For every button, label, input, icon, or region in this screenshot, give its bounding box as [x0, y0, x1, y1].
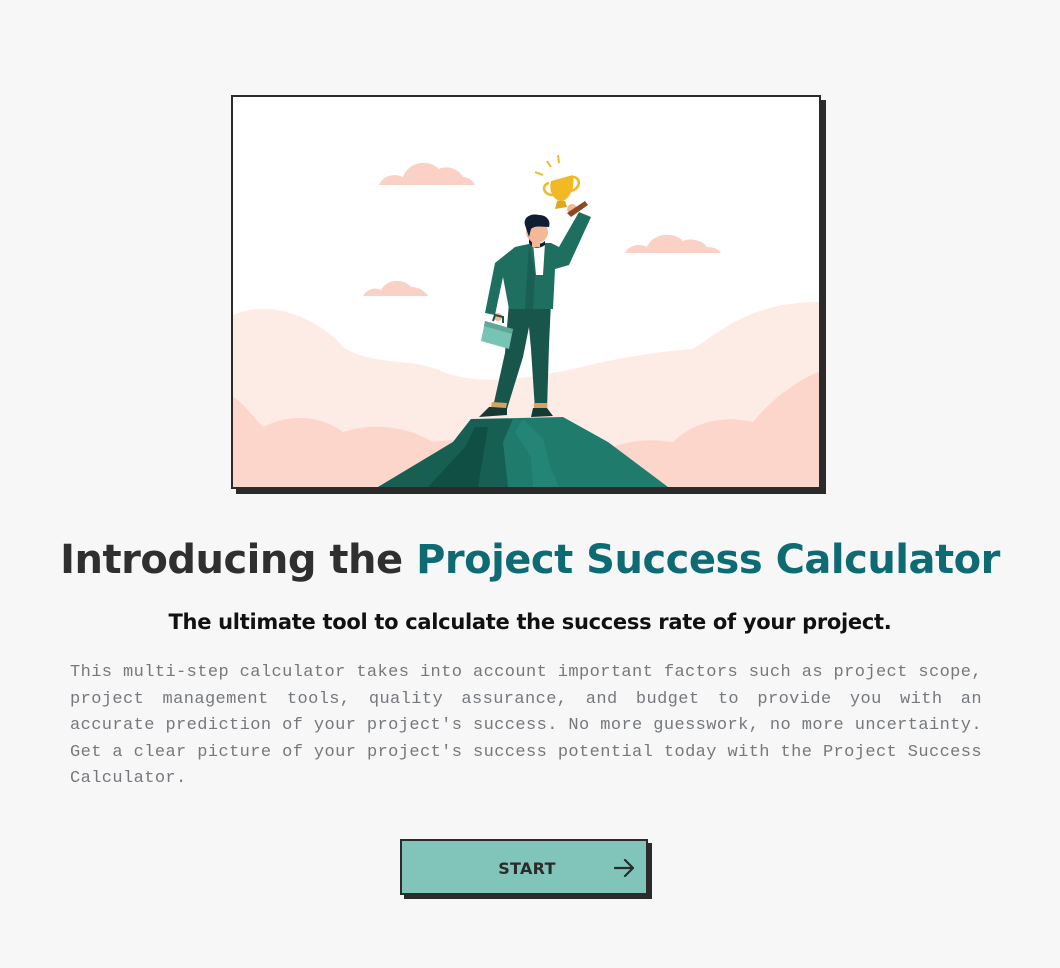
title-lead: Introducing the [60, 537, 417, 583]
title-accent: Project Success Calculator [416, 537, 1000, 583]
page-subtitle: The ultimate tool to calculate the succe… [168, 610, 892, 634]
description-text: This multi-step calculator takes into ac… [70, 663, 982, 788]
start-button[interactable]: START [400, 839, 648, 895]
hero-illustration [231, 95, 821, 489]
arrow-right-icon [614, 859, 635, 877]
page-title: Introducing the Project Success Calculat… [0, 532, 1060, 588]
success-illustration [233, 97, 819, 487]
